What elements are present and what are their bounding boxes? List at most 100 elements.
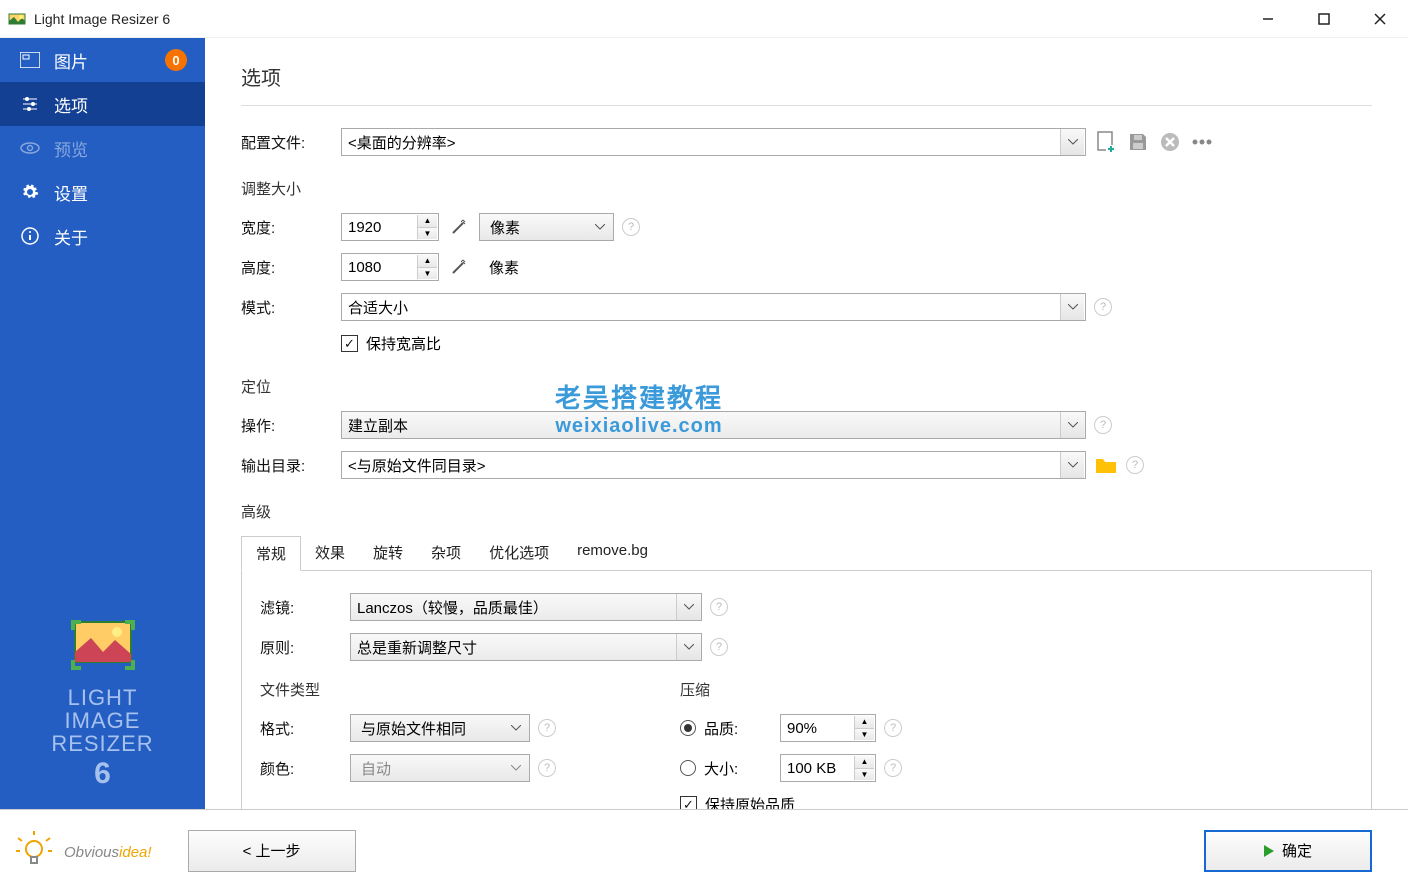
- spin-down-icon[interactable]: ▼: [417, 268, 437, 280]
- sidebar-item-preview[interactable]: 预览: [0, 126, 205, 170]
- help-icon[interactable]: ?: [538, 719, 556, 737]
- chevron-down-icon: [1060, 294, 1084, 320]
- sidebar-item-settings[interactable]: 设置: [0, 170, 205, 214]
- logo-text-1: LIGHT: [10, 686, 195, 709]
- sidebar-item-images[interactable]: 图片 0: [0, 38, 205, 82]
- policy-combo[interactable]: 总是重新调整尺寸: [350, 633, 702, 661]
- output-label: 输出目录:: [241, 455, 341, 476]
- color-label: 颜色:: [260, 758, 350, 779]
- keep-ratio-checkbox[interactable]: ✓ 保持宽高比: [341, 333, 441, 354]
- format-label: 格式:: [260, 718, 350, 739]
- profile-delete-button[interactable]: [1158, 130, 1182, 154]
- close-button[interactable]: [1352, 0, 1408, 38]
- tab-effects[interactable]: 效果: [301, 536, 359, 570]
- window-title: Light Image Resizer 6: [34, 11, 1240, 27]
- output-combo[interactable]: <与原始文件同目录>: [341, 451, 1086, 479]
- filetype-title: 文件类型: [260, 679, 620, 700]
- images-icon: [18, 52, 42, 68]
- quality-input[interactable]: 90% ▲▼: [780, 714, 876, 742]
- tab-optimize[interactable]: 优化选项: [475, 536, 563, 570]
- prev-button[interactable]: < 上一步: [188, 830, 356, 872]
- logo-text-3: RESIZER: [10, 732, 195, 755]
- sidebar-item-options[interactable]: 选项: [0, 82, 205, 126]
- radio-unchecked-icon: [680, 760, 696, 776]
- spin-up-icon[interactable]: ▲: [417, 255, 437, 268]
- profile-combo[interactable]: <桌面的分辨率>: [341, 128, 1086, 156]
- height-unit: 像素: [489, 257, 519, 278]
- brand-logo[interactable]: Obviousidea!: [14, 831, 152, 871]
- format-select[interactable]: 与原始文件相同: [350, 714, 530, 742]
- filter-combo[interactable]: Lanczos（较慢，品质最佳）: [350, 593, 702, 621]
- filter-label: 滤镜:: [260, 597, 350, 618]
- width-wand-button[interactable]: [447, 215, 471, 239]
- action-combo[interactable]: 建立副本: [341, 411, 1086, 439]
- policy-label: 原则:: [260, 637, 350, 658]
- help-icon[interactable]: ?: [884, 759, 902, 777]
- minimize-button[interactable]: [1240, 0, 1296, 38]
- size-radio[interactable]: 大小:: [680, 758, 780, 779]
- sidebar-item-label: 选项: [54, 92, 187, 117]
- browse-folder-button[interactable]: [1094, 453, 1118, 477]
- ok-button[interactable]: 确定: [1204, 830, 1372, 872]
- resize-section-title: 调整大小: [241, 178, 1372, 199]
- tab-misc[interactable]: 杂项: [417, 536, 475, 570]
- chevron-down-icon: [504, 755, 528, 781]
- height-input[interactable]: 1080 ▲▼: [341, 253, 439, 281]
- play-icon: [1264, 845, 1274, 857]
- profile-value: <桌面的分辨率>: [348, 132, 456, 153]
- page-title: 选项: [241, 62, 1372, 106]
- help-icon[interactable]: ?: [1094, 298, 1112, 316]
- chevron-down-icon: [1060, 129, 1084, 155]
- size-input[interactable]: 100 KB ▲▼: [780, 754, 876, 782]
- help-icon[interactable]: ?: [1094, 416, 1112, 434]
- radio-checked-icon: [680, 720, 696, 736]
- main-panel: 选项 配置文件: <桌面的分辨率> 调整大小 宽度: 1920 ▲▼ 像素: [205, 38, 1408, 809]
- width-unit-select[interactable]: 像素: [479, 213, 614, 241]
- footer: Obviousidea! < 上一步 确定: [0, 809, 1408, 891]
- tab-general[interactable]: 常规: [241, 536, 301, 571]
- checkbox-checked-icon: ✓: [680, 796, 697, 809]
- advanced-section-title: 高级: [241, 501, 1372, 522]
- mode-combo[interactable]: 合适大小: [341, 293, 1086, 321]
- profile-add-button[interactable]: [1094, 130, 1118, 154]
- profile-label: 配置文件:: [241, 132, 341, 153]
- logo-version: 6: [10, 757, 195, 791]
- help-icon[interactable]: ?: [622, 218, 640, 236]
- height-label: 高度:: [241, 257, 341, 278]
- spin-down-icon[interactable]: ▼: [417, 228, 437, 240]
- height-wand-button[interactable]: [447, 255, 471, 279]
- chevron-down-icon: [504, 715, 528, 741]
- tab-removebg[interactable]: remove.bg: [563, 536, 662, 570]
- width-input[interactable]: 1920 ▲▼: [341, 213, 439, 241]
- help-icon[interactable]: ?: [710, 598, 728, 616]
- chevron-down-icon: [676, 634, 700, 660]
- maximize-button[interactable]: [1296, 0, 1352, 38]
- help-icon[interactable]: ?: [538, 759, 556, 777]
- action-label: 操作:: [241, 415, 341, 436]
- checkbox-checked-icon: ✓: [341, 335, 358, 352]
- advanced-tabs: 常规 效果 旋转 杂项 优化选项 remove.bg: [241, 536, 1372, 571]
- tab-rotate[interactable]: 旋转: [359, 536, 417, 570]
- sidebar-logo: LIGHT IMAGE RESIZER 6: [0, 594, 205, 809]
- titlebar: Light Image Resizer 6: [0, 0, 1408, 38]
- chevron-down-icon: [1060, 452, 1084, 478]
- profile-more-button[interactable]: [1190, 130, 1214, 154]
- chevron-down-icon: [588, 214, 612, 240]
- app-icon: [8, 10, 26, 28]
- spin-up-icon[interactable]: ▲: [417, 215, 437, 228]
- keep-original-quality-checkbox[interactable]: ✓ 保持原始品质: [680, 794, 795, 809]
- sidebar-item-about[interactable]: 关于: [0, 214, 205, 258]
- profile-save-button[interactable]: [1126, 130, 1150, 154]
- lightbulb-icon: [14, 831, 54, 871]
- help-icon[interactable]: ?: [884, 719, 902, 737]
- position-section-title: 定位: [241, 376, 1372, 397]
- help-icon[interactable]: ?: [1126, 456, 1144, 474]
- sidebar: 图片 0 选项 预览 设置 关于 LIGHT IMAGE RESIZER 6: [0, 38, 205, 809]
- help-icon[interactable]: ?: [710, 638, 728, 656]
- gear-icon: [18, 183, 42, 201]
- color-select[interactable]: 自动: [350, 754, 530, 782]
- quality-radio[interactable]: 品质:: [680, 718, 780, 739]
- sliders-icon: [18, 96, 42, 112]
- sidebar-item-label: 关于: [54, 224, 187, 249]
- sidebar-item-label: 预览: [54, 136, 187, 161]
